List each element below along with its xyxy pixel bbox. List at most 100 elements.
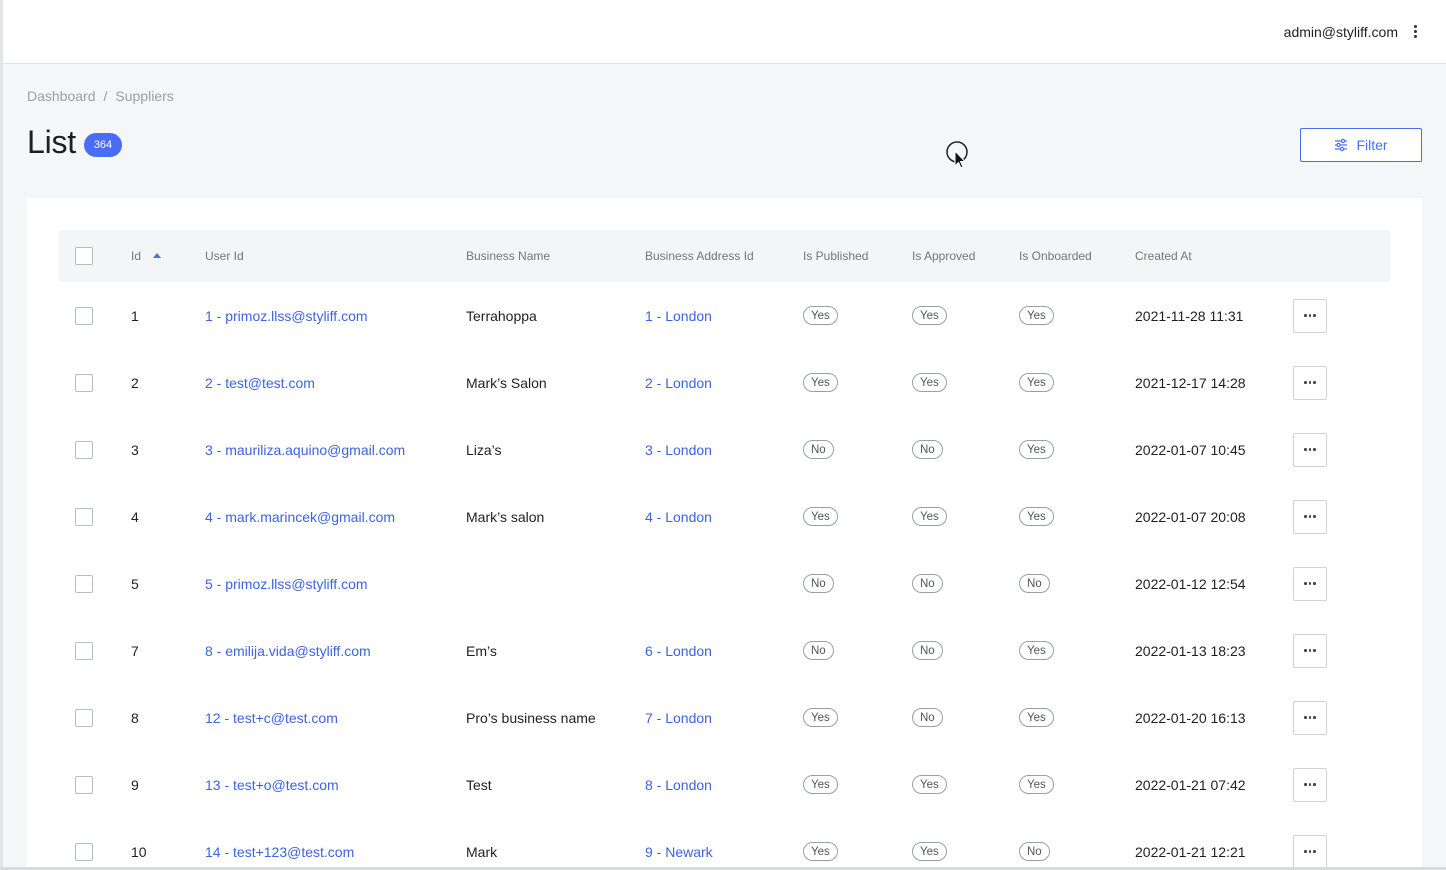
business-address-link[interactable]: 3 - London xyxy=(645,442,712,458)
more-vertical-icon[interactable] xyxy=(1410,23,1420,41)
table-row[interactable]: 1 1 - primoz.llss@styliff.com Terrahoppa 1 … xyxy=(59,282,1390,349)
business-name: Mark xyxy=(466,843,498,860)
user-id-link[interactable]: 1 - primoz.llss@styliff.com xyxy=(205,308,368,324)
business-address-link[interactable]: 6 - London xyxy=(645,643,712,659)
row-checkbox[interactable] xyxy=(75,306,93,325)
business-name: Mark’s Salon xyxy=(466,374,547,391)
published-badge: No xyxy=(803,440,834,459)
user-id-link[interactable]: 2 - test@test.com xyxy=(205,375,315,391)
business-name: Pro’s business name xyxy=(466,709,596,726)
created-at: 2022-01-21 12:21 xyxy=(1135,843,1246,860)
table-row[interactable]: 9 13 - test+o@test.com Test 8 - London Yes Ye… xyxy=(59,751,1390,818)
row-actions-button[interactable] xyxy=(1293,365,1327,400)
row-checkbox[interactable] xyxy=(75,842,93,861)
created-at: 2021-12-17 14:28 xyxy=(1135,374,1246,391)
title-row: List 364 xyxy=(27,124,122,161)
user-id-link[interactable]: 3 - mauriliza.aquino@gmail.com xyxy=(205,442,405,458)
select-all-checkbox[interactable] xyxy=(75,247,93,265)
row-checkbox[interactable] xyxy=(75,373,93,392)
row-checkbox[interactable] xyxy=(75,440,93,459)
breadcrumb-suppliers: Suppliers xyxy=(115,88,174,104)
published-badge: Yes xyxy=(803,373,838,392)
business-address-link[interactable]: 9 - Newark xyxy=(645,844,713,860)
published-badge: Yes xyxy=(803,306,838,325)
onboarded-badge: Yes xyxy=(1019,306,1054,325)
row-checkbox[interactable] xyxy=(75,507,93,526)
business-address-link[interactable]: 1 - London xyxy=(645,308,712,324)
row-id: 10 xyxy=(131,843,147,860)
header-user-id[interactable]: User Id xyxy=(205,230,244,282)
header-is-onboarded[interactable]: Is Onboarded xyxy=(1019,230,1092,282)
onboarded-badge: Yes xyxy=(1019,708,1054,727)
business-name: Terrahoppa xyxy=(466,307,537,324)
business-address-link[interactable]: 4 - London xyxy=(645,509,712,525)
onboarded-badge: Yes xyxy=(1019,440,1054,459)
user-id-link[interactable]: 4 - mark.marincek@gmail.com xyxy=(205,509,395,525)
user-id-link[interactable]: 5 - primoz.llss@styliff.com xyxy=(205,576,368,592)
approved-badge: Yes xyxy=(912,507,947,526)
row-id: 7 xyxy=(131,642,139,659)
user-id-link[interactable]: 13 - test+o@test.com xyxy=(205,777,339,793)
header-is-published[interactable]: Is Published xyxy=(803,230,868,282)
row-actions-button[interactable] xyxy=(1293,499,1327,534)
row-id: 4 xyxy=(131,508,139,525)
breadcrumb-dashboard[interactable]: Dashboard xyxy=(27,88,96,104)
created-at: 2022-01-07 10:45 xyxy=(1135,441,1246,458)
row-actions-button[interactable] xyxy=(1293,633,1327,668)
business-name: Em’s xyxy=(466,642,497,659)
row-actions-button[interactable] xyxy=(1293,298,1327,333)
table-row[interactable]: 7 8 - emilija.vida@styliff.com Em’s 6 - Lon… xyxy=(59,617,1390,684)
header-is-approved[interactable]: Is Approved xyxy=(912,230,975,282)
approved-badge: No xyxy=(912,440,943,459)
sort-asc-icon[interactable] xyxy=(153,252,162,258)
filter-button[interactable]: Filter xyxy=(1300,128,1422,162)
mouse-cursor-icon xyxy=(946,141,968,169)
header-business-name[interactable]: Business Name xyxy=(466,230,550,282)
row-id: 9 xyxy=(131,776,139,793)
created-at: 2022-01-12 12:54 xyxy=(1135,575,1246,592)
row-actions-button[interactable] xyxy=(1293,566,1327,601)
count-badge: 364 xyxy=(84,132,122,157)
table-row[interactable]: 10 14 - test+123@test.com Mark 9 - Newark Ye… xyxy=(59,818,1390,870)
user-id-link[interactable]: 14 - test+123@test.com xyxy=(205,844,354,860)
table-row[interactable]: 3 3 - mauriliza.aquino@gmail.com Liza’s 3 -… xyxy=(59,416,1390,483)
table-row[interactable]: 2 2 - test@test.com Mark’s Salon 2 - London… xyxy=(59,349,1390,416)
row-checkbox[interactable] xyxy=(75,641,93,660)
created-at: 2022-01-13 18:23 xyxy=(1135,642,1246,659)
row-id: 3 xyxy=(131,441,139,458)
table-card: Id User Id Business Name Business Addres… xyxy=(27,198,1422,870)
user-email[interactable]: admin@styliff.com xyxy=(1284,24,1398,40)
table-row[interactable]: 8 12 - test+c@test.com Pro’s business name… xyxy=(59,684,1390,751)
row-checkbox[interactable] xyxy=(75,775,93,794)
business-address-link[interactable]: 2 - London xyxy=(645,375,712,391)
user-id-link[interactable]: 8 - emilija.vida@styliff.com xyxy=(205,643,371,659)
row-actions-button[interactable] xyxy=(1293,834,1327,869)
page-title: List xyxy=(27,124,76,160)
published-badge: Yes xyxy=(803,507,838,526)
user-id-link[interactable]: 12 - test+c@test.com xyxy=(205,710,338,726)
business-address-link[interactable]: 7 - London xyxy=(645,710,712,726)
table-row[interactable]: 4 4 - mark.marincek@gmail.com Mark’s salon… xyxy=(59,483,1390,550)
row-actions-button[interactable] xyxy=(1293,700,1327,735)
published-badge: No xyxy=(803,574,834,593)
business-address-link[interactable]: 8 - London xyxy=(645,777,712,793)
approved-badge: Yes xyxy=(912,775,947,794)
row-actions-button[interactable] xyxy=(1293,432,1327,467)
approved-badge: Yes xyxy=(912,306,947,325)
suppliers-table: Id User Id Business Name Business Addres… xyxy=(59,230,1390,870)
row-checkbox[interactable] xyxy=(75,574,93,593)
row-actions-button[interactable] xyxy=(1293,767,1327,802)
header-id[interactable]: Id xyxy=(131,230,162,282)
top-bar: admin@styliff.com xyxy=(3,0,1446,64)
header-created-at[interactable]: Created At xyxy=(1135,230,1192,282)
row-checkbox[interactable] xyxy=(75,708,93,727)
onboarded-badge: Yes xyxy=(1019,373,1054,392)
row-id: 8 xyxy=(131,709,139,726)
business-name: Test xyxy=(466,776,492,793)
window-edge xyxy=(0,0,3,870)
table-row[interactable]: 5 5 - primoz.llss@styliff.com No No No 2022-0… xyxy=(59,550,1390,617)
header-business-address-id[interactable]: Business Address Id xyxy=(645,230,754,282)
row-id: 5 xyxy=(131,575,139,592)
approved-badge: No xyxy=(912,708,943,727)
breadcrumb: Dashboard / Suppliers xyxy=(27,88,174,104)
